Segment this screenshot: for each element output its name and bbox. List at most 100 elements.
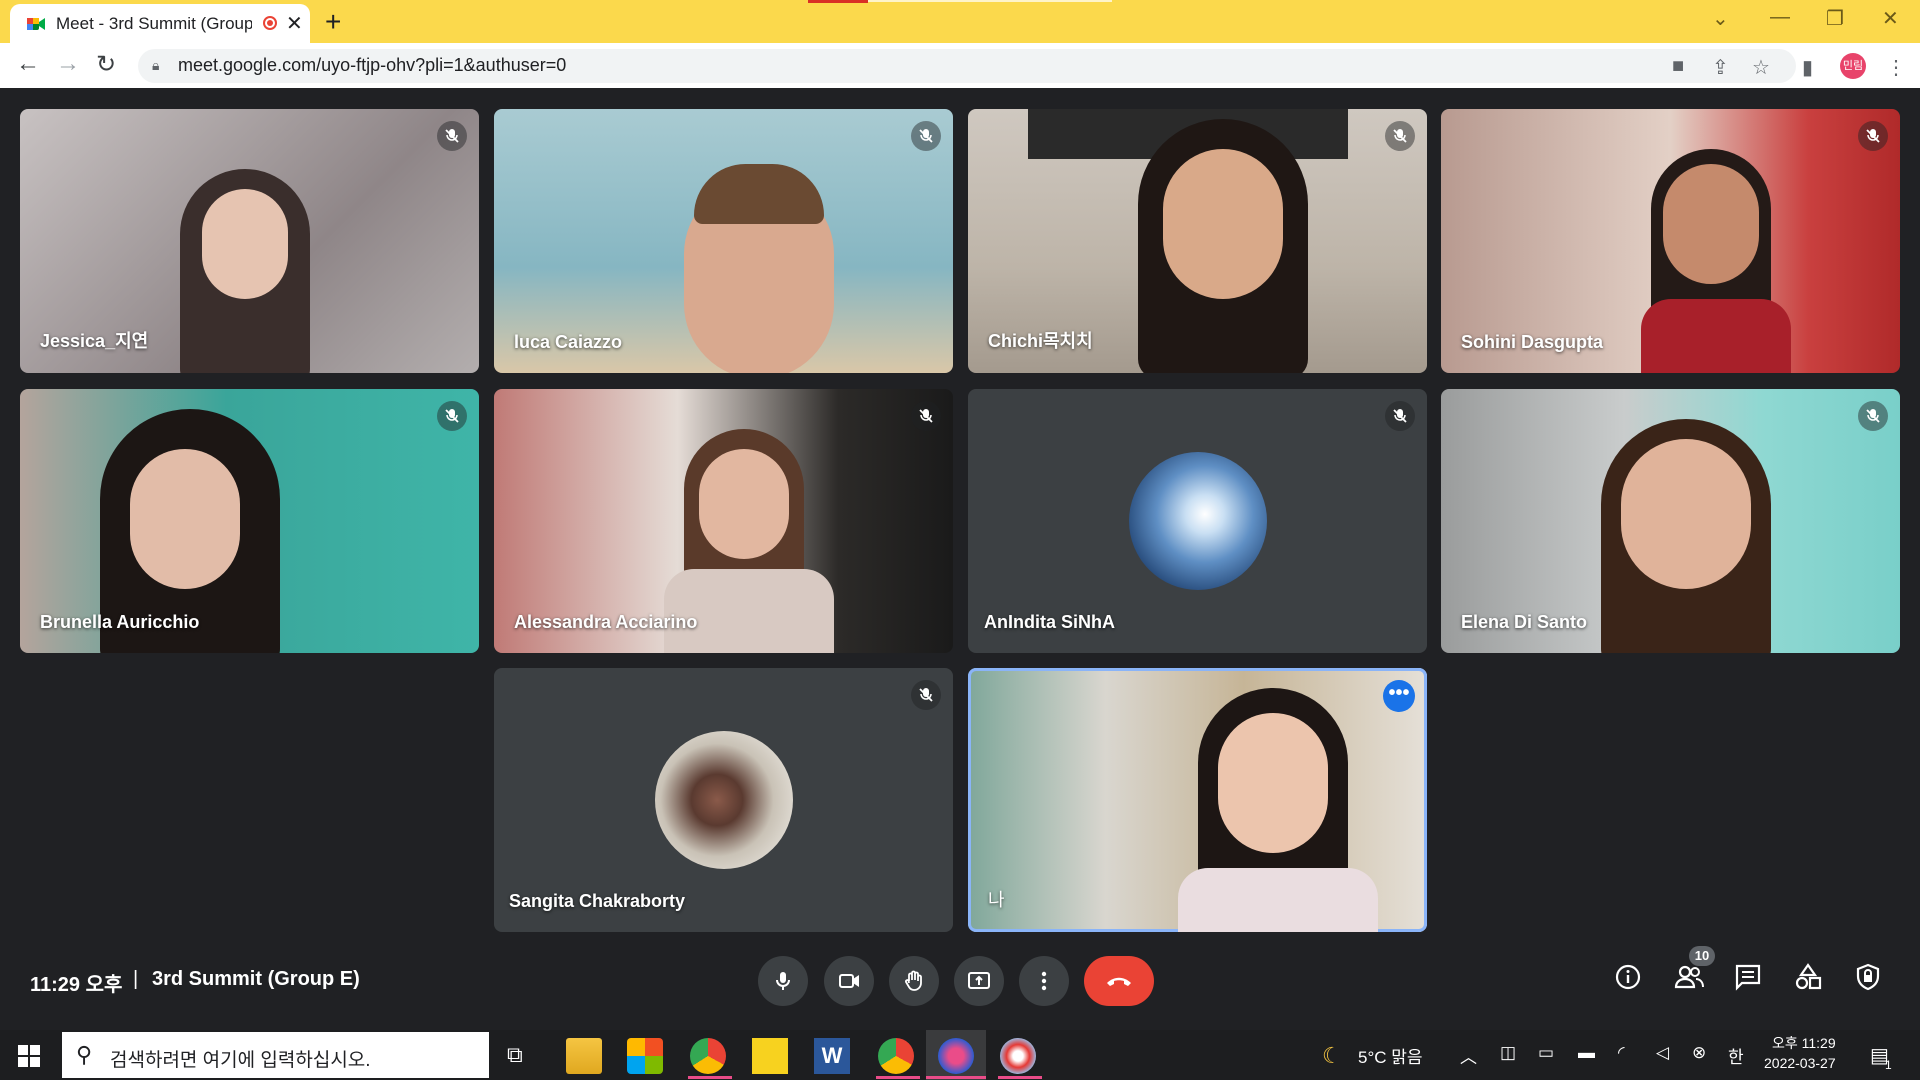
video-face [699,449,789,559]
snipping-tool-icon[interactable] [938,1038,974,1074]
browser-tab-meet[interactable]: Meet - 3rd Summit (Group ✕ [10,4,310,43]
participant-tile[interactable]: Alessandra Acciarino [494,389,953,653]
mic-off-icon [911,401,941,431]
sticky-notes-icon[interactable] [752,1038,788,1074]
camera-in-use-icon[interactable]: ■ [1672,55,1684,78]
video-body [664,569,834,653]
participant-tile[interactable]: Chichi목치치 [968,109,1427,373]
video-face [130,449,240,589]
chrome-icon[interactable] [690,1038,726,1074]
taskbar-search-box[interactable]: ⚲ 검색하려면 여기에 입력하십시오. [62,1032,489,1078]
minimize-icon[interactable]: — [1770,6,1790,29]
ime-indicator[interactable]: 한 [1728,1043,1744,1068]
divider: | [133,968,139,990]
present-screen-button[interactable] [954,956,1004,1006]
activities-icon[interactable] [1794,963,1822,991]
back-button[interactable]: ← [16,50,40,78]
active-indicator [926,1076,986,1079]
participant-name: luca Caiazzo [514,332,623,352]
active-indicator [688,1076,732,1079]
weather-moon-icon[interactable]: ☾ [1322,1043,1342,1069]
restore-icon[interactable]: ❐ [1826,6,1844,31]
raise-hand-button[interactable] [889,956,939,1006]
lock-icon[interactable]: 🔒︎ [152,57,159,74]
mic-off-icon [437,401,467,431]
windows-start-icon[interactable] [18,1045,40,1067]
video-body [1641,299,1791,373]
participant-tile[interactable]: Sohini Dasgupta [1441,109,1900,373]
battery-icon[interactable]: ▬ [1578,1043,1595,1063]
weather-text[interactable]: 5°C 맑음 [1358,1043,1423,1068]
reload-button[interactable]: ↻ [96,50,116,79]
people-icon[interactable] [1674,963,1704,991]
participant-name: Jessica_지연 [40,331,149,351]
present-icon [968,972,990,989]
active-indicator [876,1076,920,1079]
file-explorer-icon[interactable] [566,1038,602,1074]
forward-button[interactable]: → [56,50,80,78]
leave-call-button[interactable] [1084,956,1154,1006]
participant-avatar [1128,452,1267,590]
mic-off-icon [1858,401,1888,431]
meeting-details-icon[interactable] [1614,963,1642,991]
url-text[interactable]: meet.google.com/uyo-ftjp-ohv?pli=1&authu… [178,55,566,76]
video-face [1621,439,1751,589]
window-close-icon[interactable]: ✕ [1882,6,1899,31]
video-face [202,189,288,299]
camera-icon [839,974,859,988]
video-face [1163,149,1283,299]
microphone-button[interactable] [758,956,808,1006]
share-icon[interactable]: ⇪ [1712,55,1729,80]
chrome-profile-icon[interactable] [878,1038,914,1074]
mic-off-icon [911,121,941,151]
participant-name: AnIndita SiNhA [984,612,1115,632]
side-panel-icon[interactable]: ▮ [1802,55,1813,80]
self-tile[interactable]: ••• 나 [968,668,1427,932]
more-options-button[interactable]: ••• [1383,680,1415,712]
participant-tile[interactable]: luca Caiazzo [494,109,953,373]
participant-tile[interactable]: Elena Di Santo [1441,389,1900,653]
bookmark-star-icon[interactable]: ☆ [1752,55,1770,80]
microsoft-store-icon[interactable] [627,1038,663,1074]
more-options-control[interactable] [1019,956,1069,1006]
participant-name: Sohini Dasgupta [1461,332,1604,352]
tab-title: Meet - 3rd Summit (Group [56,14,252,33]
paint-icon[interactable] [1000,1038,1036,1074]
google-meet-icon [27,18,45,30]
active-indicator [998,1076,1042,1079]
participant-name: Elena Di Santo [1461,612,1588,632]
chat-icon[interactable] [1734,963,1762,991]
new-tab-button[interactable]: + [325,6,341,38]
volume-icon[interactable]: ◁ [1656,1043,1669,1063]
tray-expand-icon[interactable]: ︿ [1460,1043,1477,1068]
participant-avatar [654,731,793,869]
search-placeholder[interactable]: 검색하려면 여기에 입력하십시오. [110,1045,371,1072]
meeting-title: 3rd Summit (Group E) [152,968,360,990]
participant-tile[interactable]: Jessica_지연 [20,109,479,373]
video-hair [694,164,824,224]
browser-menu-icon[interactable]: ⋮ [1886,55,1906,80]
participant-tile[interactable]: Brunella Auricchio [20,389,479,653]
microphone-icon [776,972,790,990]
participant-tile[interactable]: Sangita Chakraborty [494,668,953,932]
participant-name: Alessandra Acciarino [514,612,698,632]
meet-now-icon[interactable]: ◫ [1500,1043,1516,1063]
profile-avatar[interactable]: 민림 [1840,53,1866,79]
video-body [1178,868,1378,932]
display-icon[interactable]: ▭ [1538,1043,1554,1063]
loading-progress-track [868,0,1112,2]
no-network-icon[interactable]: ⊗ [1692,1043,1706,1063]
system-clock[interactable]: 오후 11:29 2022-03-27 [1764,1033,1836,1073]
wifi-icon[interactable]: ◜ [1618,1043,1625,1063]
camera-button[interactable] [824,956,874,1006]
recording-icon [263,16,277,30]
clock-time: 오후 11:29 [1771,1035,1836,1051]
participant-name: Sangita Chakraborty [509,891,686,911]
task-view-icon[interactable]: ⧉ [507,1042,523,1068]
participant-tile[interactable]: AnIndita SiNhA [968,389,1427,653]
video-face [1218,713,1328,853]
tab-search-icon[interactable]: ⌄ [1712,6,1729,31]
tab-close-button[interactable]: ✕ [286,11,303,36]
host-controls-icon[interactable] [1854,963,1882,991]
word-icon[interactable]: W [814,1038,850,1074]
